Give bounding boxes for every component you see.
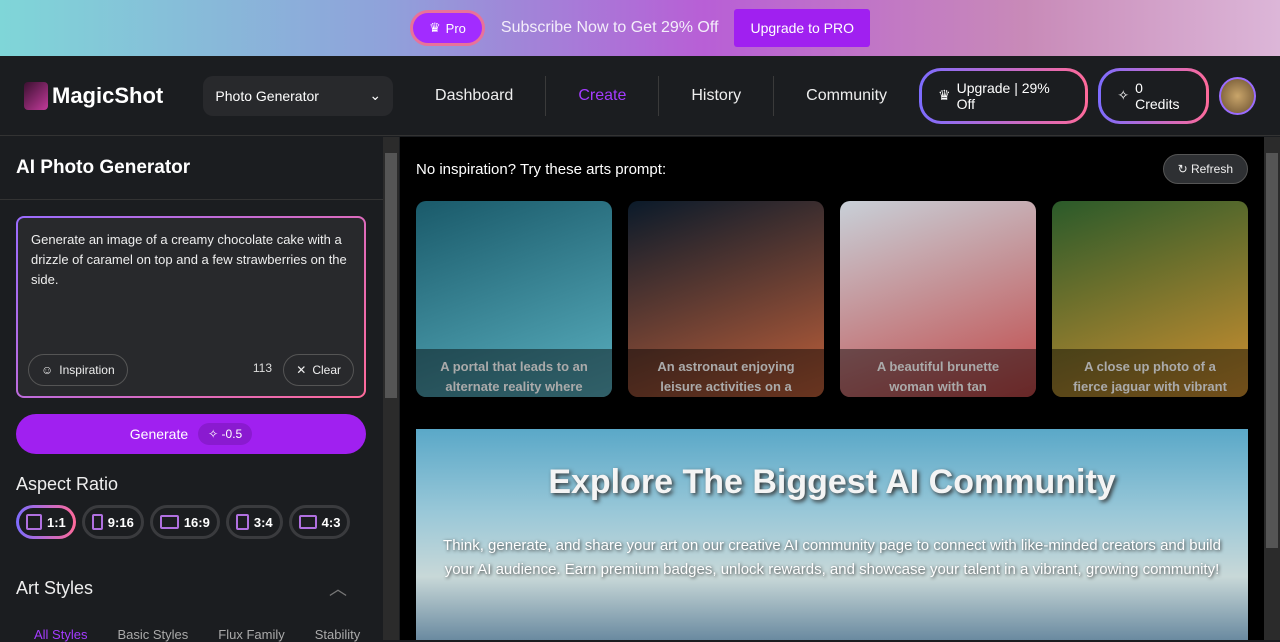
promo-bar: ♛ Pro Subscribe Now to Get 29% Off Upgrad… [0,0,1280,56]
aspect-ratio-options: 1:1 9:16 16:9 3:4 4:3 [0,505,383,539]
generate-button[interactable]: Generate ✧ -0.5 [16,414,366,454]
portrait-icon [91,514,103,530]
ratio-9-16[interactable]: 9:16 [81,505,144,539]
promo-text: Subscribe Now to Get 29% Off [500,19,719,36]
banner-text: Think, generate, and share your art on o… [443,537,1221,578]
prompt-textarea[interactable]: Generate an image of a creamy chocolate … [16,216,366,398]
nav-history[interactable]: History [659,75,775,116]
sparkle-icon: ✧ [1117,87,1130,103]
scrollbar-thumb[interactable] [1266,153,1278,548]
ratio-1-1[interactable]: 1:1 [16,505,76,539]
art-styles-header[interactable]: Art Styles ︿ [0,539,383,601]
main-nav: Dashboard Create History Community [403,75,919,116]
crown-icon: ♛ [429,20,441,35]
ratio-16-9[interactable]: 16:9 [149,505,220,539]
community-banner[interactable]: Explore The Biggest AI Community Think, … [416,429,1248,640]
crown-icon: ♛ [938,87,951,103]
chevron-up-icon: ︿ [329,579,347,599]
inspiration-card[interactable]: A close up photo of a fierce jaguar with… [1052,201,1248,397]
sidebar: AI Photo Generator Generate an image of … [0,137,383,642]
inspiration-card[interactable]: A beautiful brunette woman with tan [840,201,1036,397]
inspiration-title: No inspiration? Try these arts prompt: [416,160,667,178]
refresh-icon: ↻ [1177,162,1191,176]
banner-title: Explore The Biggest AI Community [548,463,1116,501]
upgrade-button[interactable]: ♛ Upgrade | 29% Off [919,68,1088,124]
header: MagicShot Photo Generator ⌄ Dashboard Cre… [0,56,1280,136]
credits-button[interactable]: ✧ 0 Credits [1098,68,1208,124]
clear-button[interactable]: ✕ Clear [283,354,354,386]
logo[interactable]: MagicShot [24,81,203,110]
char-count: 113 [252,361,272,375]
inspiration-card[interactable]: An astronaut enjoying leisure activities… [628,201,824,397]
refresh-button[interactable]: ↻ Refresh [1162,154,1248,184]
landscape-icon [159,515,179,529]
close-icon: ✕ [296,363,307,377]
nav-create[interactable]: Create [546,75,660,116]
aspect-ratio-title: Aspect Ratio [16,474,119,494]
ratio-4-3[interactable]: 4:3 [288,505,351,539]
avatar[interactable] [1218,76,1257,115]
portrait-icon [235,514,249,530]
landscape-icon [298,515,317,529]
inspiration-card[interactable]: A portal that leads to an alternate real… [416,201,612,397]
sparkle-icon: ✧ [208,427,222,441]
square-icon [26,514,42,530]
main-scrollbar[interactable] [1264,137,1280,640]
main-content: No inspiration? Try these arts prompt: ↻… [400,137,1264,640]
logo-icon [24,81,48,110]
nav-community[interactable]: Community [774,76,919,116]
ratio-3-4[interactable]: 3:4 [225,505,283,539]
sidebar-scrollbar[interactable] [383,137,399,640]
inspiration-button[interactable]: ☺ Inspiration [28,354,128,386]
pro-badge[interactable]: ♛ Pro [410,10,485,46]
upgrade-to-pro-button[interactable]: Upgrade to PRO [734,9,870,47]
cost-badge: ✧ -0.5 [198,423,253,445]
tool-select[interactable]: Photo Generator ⌄ [203,75,394,116]
smile-icon: ☺ [41,363,54,377]
scrollbar-thumb[interactable] [385,153,397,398]
chevron-down-icon: ⌄ [369,87,382,103]
sidebar-title: AI Photo Generator [0,137,383,200]
style-tabs: All Styles Basic Styles Flux Family Stab… [0,601,366,642]
nav-dashboard[interactable]: Dashboard [403,75,547,116]
inspiration-cards: A portal that leads to an alternate real… [416,201,1248,397]
